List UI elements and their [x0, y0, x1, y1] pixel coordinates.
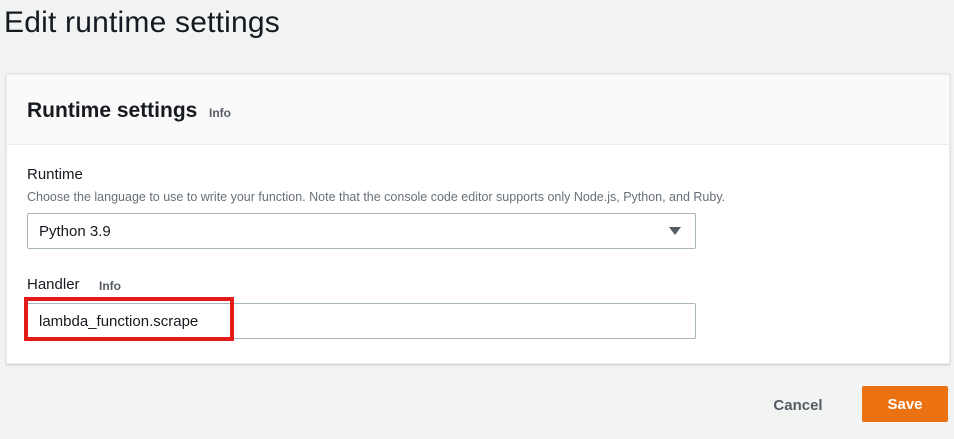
handler-input[interactable]	[27, 303, 696, 339]
panel-title: Runtime settings	[27, 99, 198, 122]
runtime-settings-panel: Runtime settings Info Runtime Choose the…	[6, 74, 950, 364]
save-button[interactable]: Save	[862, 386, 948, 422]
handler-label: Handler	[27, 276, 80, 293]
handler-info-link[interactable]: Info	[99, 279, 121, 293]
page-title: Edit runtime settings	[4, 6, 280, 39]
panel-header: Runtime settings Info	[7, 75, 949, 145]
edit-runtime-settings-page: Edit runtime settings Runtime settings I…	[0, 0, 954, 439]
cancel-button[interactable]: Cancel	[758, 388, 838, 422]
runtime-select-value: Python 3.9	[39, 223, 111, 240]
caret-down-icon	[669, 227, 681, 235]
runtime-select[interactable]: Python 3.9	[27, 213, 696, 249]
runtime-description: Choose the language to use to write your…	[27, 190, 726, 204]
runtime-label: Runtime	[27, 166, 83, 183]
panel-info-link[interactable]: Info	[209, 106, 231, 120]
